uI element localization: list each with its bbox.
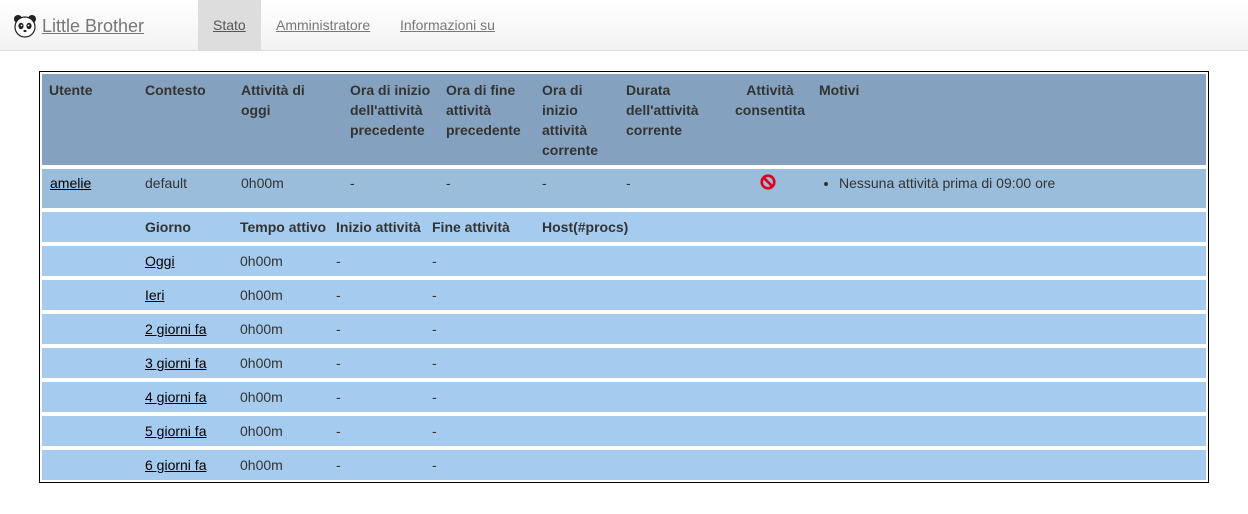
header-prev-start: Ora di inizio dell'attività precedente [350, 82, 431, 138]
day-active-time: 0h00m [240, 457, 283, 473]
day-active-time: 0h00m [240, 389, 283, 405]
day-end: - [432, 355, 437, 371]
header-today-activity: Attività di oggi [241, 82, 305, 118]
header-user: Utente [49, 82, 93, 98]
day-row: 3 giorni fa 0h00m - - [42, 348, 1206, 378]
day-start: - [336, 423, 341, 439]
brand-name[interactable]: Little Brother [42, 16, 144, 37]
header-prev-end: Ora di fine attività precedente [446, 82, 521, 138]
user-row: amelie default 0h00m - - - - Nessuna att… [42, 169, 1206, 208]
day-end: - [432, 457, 437, 473]
day-active-time: 0h00m [240, 423, 283, 439]
day-row: 6 giorni fa 0h00m - - [42, 450, 1206, 480]
day-start: - [336, 287, 341, 303]
day-header-row: Giorno Tempo attivo Inizio attività Fine… [42, 212, 1206, 242]
day-link[interactable]: 2 giorni fa [145, 319, 206, 339]
user-link[interactable]: amelie [50, 173, 91, 193]
reason-item: Nessuna attività prima di 09:00 ore [839, 173, 1055, 193]
reasons-list: Nessuna attività prima di 09:00 ore [819, 173, 1055, 193]
day-end: - [432, 321, 437, 337]
brand-link[interactable]: Little Brother [13, 13, 144, 39]
day-link[interactable]: Oggi [145, 251, 175, 271]
day-row: 5 giorni fa 0h00m - - [42, 416, 1206, 446]
day-active-time: 0h00m [240, 287, 283, 303]
day-link[interactable]: 3 giorni fa [145, 353, 206, 373]
header-reasons: Motivi [819, 82, 860, 98]
day-end: - [432, 389, 437, 405]
nav-stato[interactable]: Stato [198, 0, 261, 50]
header-curr-duration: Durata dell'attività corrente [626, 82, 699, 138]
user-prev-end: - [446, 175, 451, 191]
day-row: 4 giorni fa 0h00m - - [42, 382, 1206, 412]
header-end: Fine attività [432, 219, 510, 235]
header-context: Contesto [145, 82, 206, 98]
day-active-time: 0h00m [240, 355, 283, 371]
top-navbar: Little Brother Stato Amministratore Info… [0, 0, 1248, 51]
day-row: 2 giorni fa 0h00m - - [42, 314, 1206, 344]
header-day: Giorno [145, 219, 191, 235]
day-row: Oggi 0h00m - - [42, 246, 1206, 276]
day-start: - [336, 457, 341, 473]
header-allowed: Attività consentita [734, 82, 805, 118]
header-active-time: Tempo attivo [240, 219, 327, 235]
day-start: - [336, 355, 341, 371]
day-end: - [432, 287, 437, 303]
day-link[interactable]: 5 giorni fa [145, 421, 206, 441]
nav-amministratore[interactable]: Amministratore [261, 0, 385, 50]
day-link[interactable]: Ieri [145, 285, 164, 305]
user-prev-start: - [350, 175, 355, 191]
day-row: Ieri 0h00m - - [42, 280, 1206, 310]
header-start: Inizio attività [336, 219, 421, 235]
day-end: - [432, 423, 437, 439]
forbidden-icon [760, 174, 776, 190]
day-start: - [336, 321, 341, 337]
day-end: - [432, 253, 437, 269]
user-context: default [145, 175, 188, 191]
day-active-time: 0h00m [240, 321, 283, 337]
header-curr-start: Ora di inizio attività corrente [542, 82, 599, 158]
table-header-row: Utente Contesto Attività di oggi Ora di … [42, 74, 1206, 165]
panda-logo-icon [14, 15, 36, 38]
status-table: Utente Contesto Attività di oggi Ora di … [39, 71, 1209, 483]
day-start: - [336, 389, 341, 405]
header-hosts: Host(#procs) [542, 219, 629, 235]
day-active-time: 0h00m [240, 253, 283, 269]
day-link[interactable]: 6 giorni fa [145, 455, 206, 475]
user-curr-duration: - [626, 175, 631, 191]
nav-informazioni-su[interactable]: Informazioni su [385, 0, 510, 50]
user-today-activity: 0h00m [241, 175, 284, 191]
day-start: - [336, 253, 341, 269]
user-curr-start: - [542, 175, 547, 191]
day-link[interactable]: 4 giorni fa [145, 387, 206, 407]
